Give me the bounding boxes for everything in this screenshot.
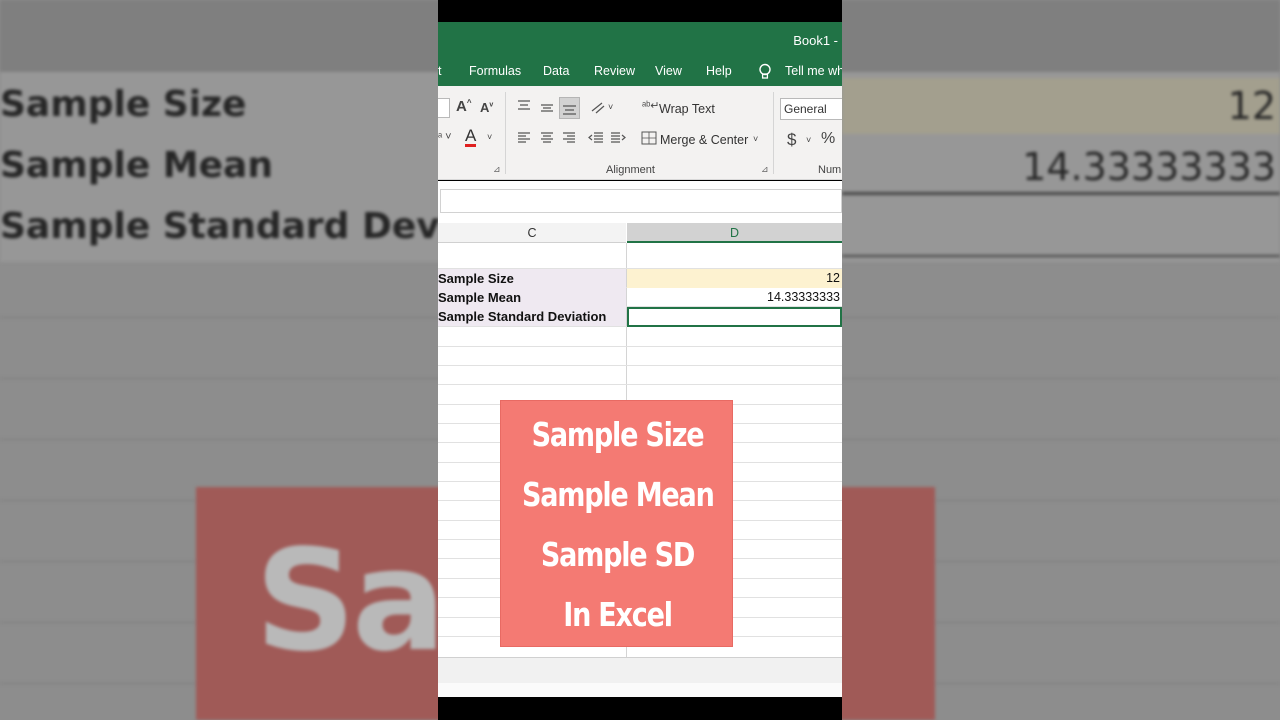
align-bottom-button[interactable] (559, 97, 580, 119)
wrap-text-icon[interactable]: ᵃᵇ↵ (642, 99, 659, 112)
cell-d-sample-sd-active[interactable] (627, 307, 842, 327)
tab-formulas[interactable]: Formulas (469, 64, 521, 78)
overlay-line-sample-size: Sample Size (531, 415, 705, 454)
tab-data[interactable]: Data (543, 64, 569, 78)
alignment-dialog-launcher-icon[interactable]: ⊿ (761, 164, 769, 175)
align-right-icon[interactable] (561, 131, 577, 145)
tab-review[interactable]: Review (594, 64, 635, 78)
formula-bar-input[interactable] (440, 189, 842, 213)
number-format-dropdown[interactable]: General (780, 98, 842, 120)
bg-label-sample-size: Sample Size (0, 84, 247, 125)
merge-dropdown-icon[interactable]: ˅ (753, 134, 758, 144)
border-dropdown-icon[interactable]: ᵃ ˅ (438, 131, 452, 143)
video-frame: Sample Size Sample Mean Sample Standard … (0, 0, 1280, 720)
status-bar (438, 683, 842, 697)
cell-c-sample-sd[interactable]: Sample Standard Deviation (438, 307, 626, 326)
cell-d-sample-size[interactable]: 12 (627, 269, 842, 288)
title-bar: Book1 - (438, 22, 842, 58)
decrease-font-icon[interactable]: Av (480, 100, 493, 115)
bg-label-sample-sd: Sample Standard Devia (0, 206, 477, 247)
increase-font-icon[interactable]: A^ (456, 98, 472, 115)
merge-center-icon[interactable] (641, 131, 657, 145)
tell-me-search[interactable]: Tell me wha (785, 64, 842, 78)
overlay-line-in-excel: In Excel (563, 595, 673, 634)
bg-value-mean: 14.33333333 (1022, 145, 1276, 189)
number-group-label: Num (818, 164, 842, 176)
ribbon-tabs: t Formulas Data Review View Help Tell me… (438, 58, 842, 86)
cell-d-sample-mean[interactable]: 14.33333333 (627, 288, 842, 307)
tab-view[interactable]: View (655, 64, 682, 78)
bg-label-sample-mean: Sample Mean (0, 145, 273, 186)
tab-home[interactable]: t (438, 64, 441, 78)
merge-center-button[interactable]: Merge & Center (660, 133, 748, 147)
sheet-tabs-bar (438, 657, 842, 683)
workbook-title: Book1 - (793, 33, 838, 48)
font-dialog-launcher-icon[interactable]: ⊿ (493, 164, 501, 175)
wrap-text-button[interactable]: Wrap Text (659, 102, 715, 116)
align-center-icon[interactable] (539, 131, 555, 145)
align-left-icon[interactable] (516, 131, 532, 145)
decrease-indent-icon[interactable] (587, 131, 605, 145)
excel-window: Book1 - t Formulas Data Review View Help… (438, 0, 842, 720)
tab-help[interactable]: Help (706, 64, 732, 78)
align-bottom-icon (563, 105, 576, 115)
orientation-icon[interactable] (590, 99, 606, 115)
overlay-line-sample-sd: Sample SD (540, 535, 695, 574)
cell-c-sample-mean[interactable]: Sample Mean (438, 288, 626, 307)
increase-indent-icon[interactable] (609, 131, 627, 145)
bg-value-size: 12 (1227, 84, 1276, 128)
column-header-c[interactable]: C (438, 223, 626, 243)
title-overlay-card: Sample Size Sample Mean Sample SD In Exc… (500, 400, 733, 647)
font-color-icon[interactable]: A (465, 127, 477, 147)
ribbon: A^ Av ᵃ ˅ A ˅ ⊿ ˅ ᵃᵇ↵ Wrap Text Merge & … (438, 86, 842, 180)
cell-c-sample-size[interactable]: Sample Size (438, 269, 626, 288)
percent-icon[interactable]: % (821, 130, 835, 148)
align-top-icon[interactable] (516, 99, 532, 113)
number-format-value: General (784, 102, 827, 116)
orientation-dropdown-icon[interactable]: ˅ (608, 102, 613, 112)
overlay-line-sample-mean: Sample Mean (521, 475, 715, 514)
column-header-d[interactable]: D (627, 223, 842, 243)
font-size-box[interactable] (438, 98, 450, 118)
lightbulb-icon[interactable] (758, 63, 772, 81)
align-middle-icon[interactable] (539, 101, 555, 115)
currency-dropdown-icon[interactable]: ˅ (806, 135, 811, 145)
alignment-group-label: Alignment (606, 164, 655, 176)
currency-icon[interactable]: $ (787, 130, 796, 150)
font-color-dropdown-icon[interactable]: ˅ (487, 132, 492, 142)
formula-bar-area (438, 181, 842, 221)
